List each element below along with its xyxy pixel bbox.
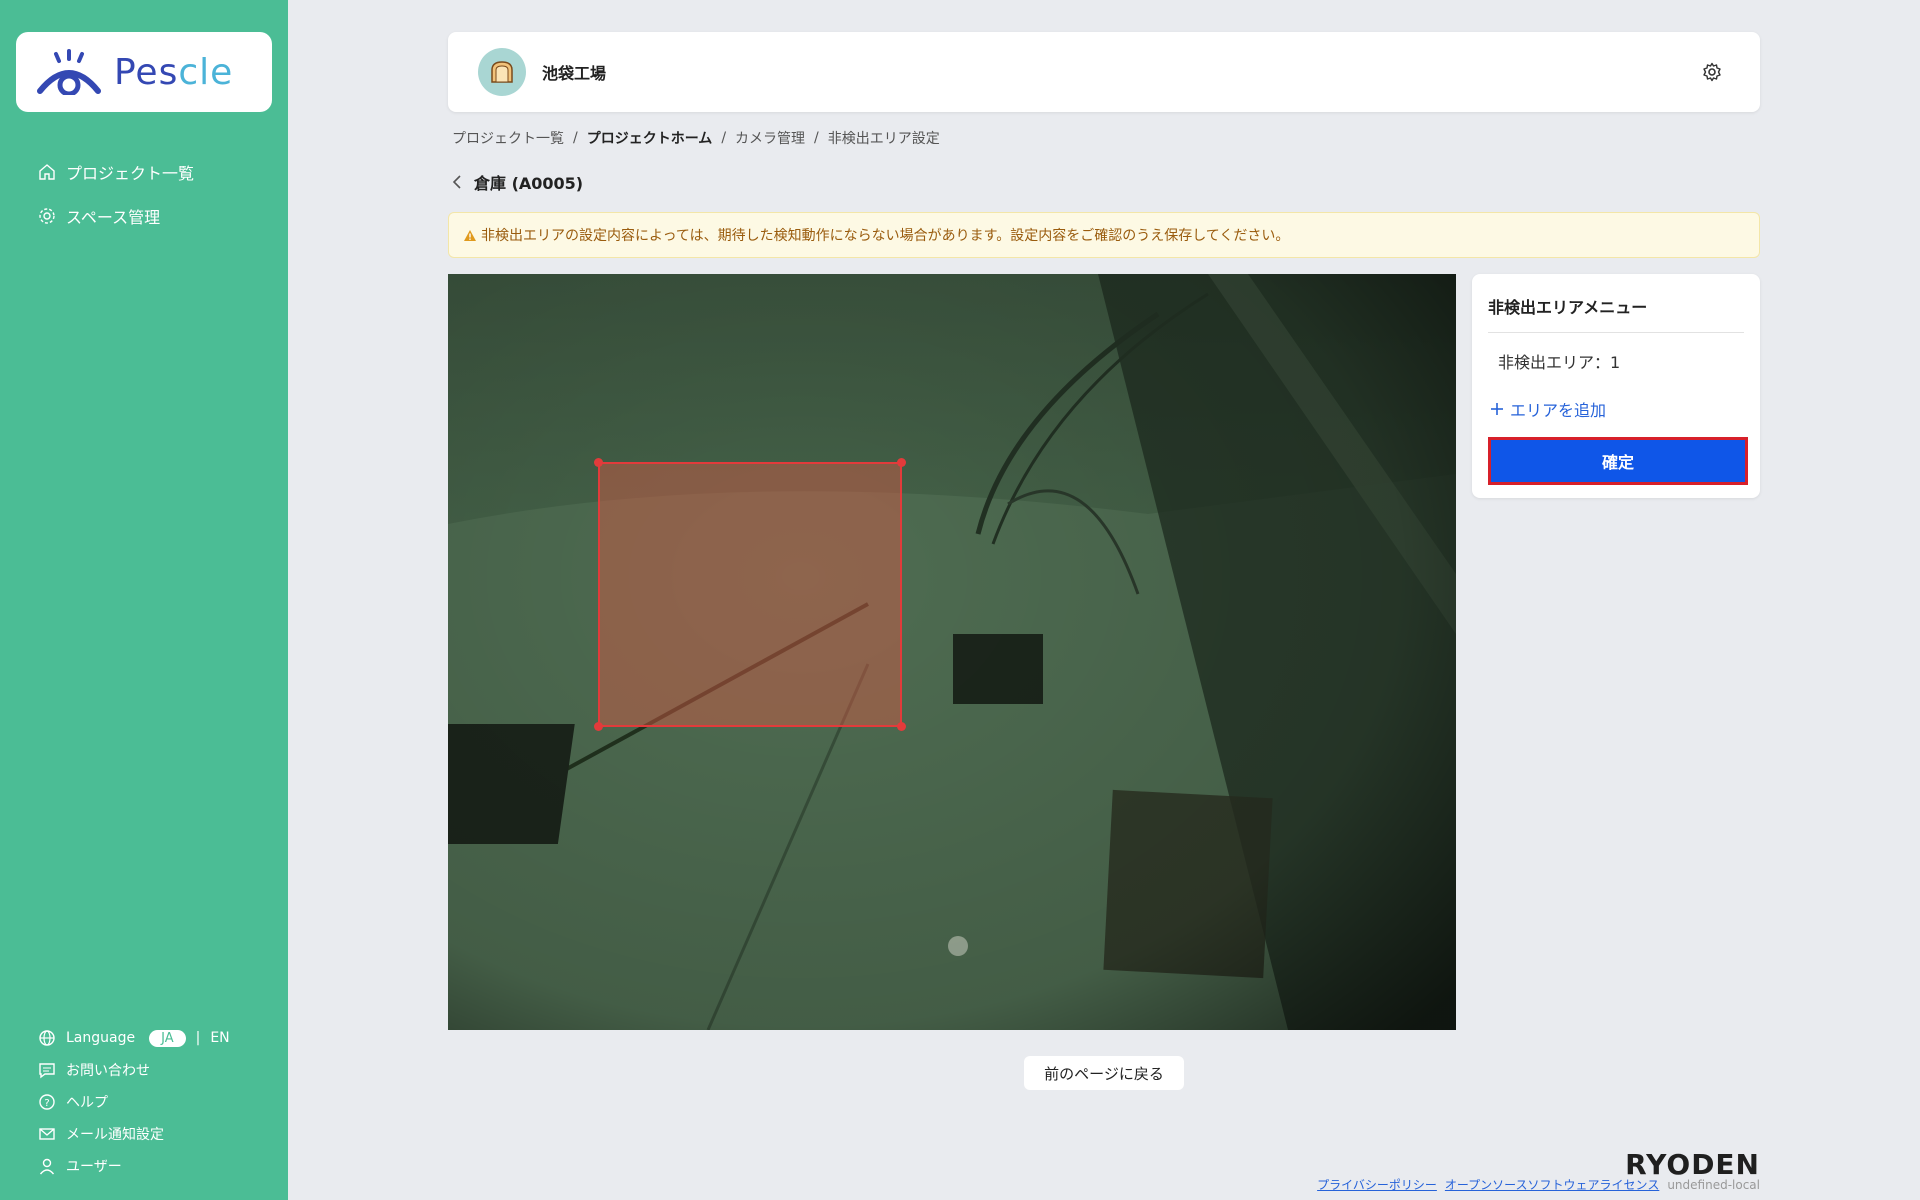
mail-icon <box>39 1128 55 1140</box>
sidebar-item-help[interactable]: ? ヘルプ <box>0 1086 288 1118</box>
project-name: 池袋工場 <box>542 64 607 83</box>
pescle-logo[interactable]: Pescle <box>16 32 272 112</box>
breadcrumb-projects[interactable]: プロジェクト一覧 <box>452 128 564 148</box>
sidebar-item-mail-settings[interactable]: メール通知設定 <box>0 1118 288 1150</box>
language-separator: | <box>195 1030 201 1046</box>
sidebar-item-label: お問い合わせ <box>66 1063 150 1079</box>
project-header: 池袋工場 <box>448 32 1760 112</box>
non-detection-area[interactable] <box>594 458 906 731</box>
language-option-en[interactable]: EN <box>210 1030 229 1046</box>
user-icon <box>39 1158 55 1175</box>
add-area-button[interactable]: エリアを追加 <box>1488 397 1744 421</box>
environment-label: undefined-local <box>1667 1177 1760 1192</box>
resize-handle-bottom-right[interactable] <box>897 722 906 731</box>
add-area-label: エリアを追加 <box>1510 401 1607 420</box>
sidebar-item-label: プロジェクト一覧 <box>66 164 195 183</box>
camera-view[interactable] <box>448 274 1456 1030</box>
sidebar-nav: プロジェクト一覧 スペース管理 <box>0 150 288 238</box>
resize-handle-top-right[interactable] <box>897 458 906 467</box>
camera-title-row: 倉庫 (A0005) <box>452 170 583 194</box>
language-switcher: Language JA | EN <box>0 1022 288 1054</box>
sidebar-item-user[interactable]: ユーザー <box>0 1150 288 1182</box>
oss-license-link[interactable]: オープンソースソフトウェアライセンス <box>1445 1176 1659 1193</box>
sidebar-item-label: ユーザー <box>66 1159 122 1175</box>
sidebar-item-label: スペース管理 <box>66 208 161 227</box>
logo-text: Pescle <box>114 51 234 93</box>
gear-icon <box>1703 62 1721 82</box>
language-label: Language <box>66 1030 136 1046</box>
area-list-item[interactable]: 非検出エリア：1 <box>1488 349 1744 373</box>
help-icon: ? <box>39 1094 55 1110</box>
sidebar-item-label: ヘルプ <box>66 1095 108 1111</box>
menu-title: 非検出エリアメニュー <box>1488 294 1744 333</box>
gear-icon <box>39 208 55 224</box>
warning-icon <box>464 229 476 241</box>
chevron-left-icon[interactable] <box>452 174 462 190</box>
sidebar-item-space[interactable]: スペース管理 <box>0 194 288 238</box>
breadcrumb-current: 非検出エリア設定 <box>827 131 940 147</box>
eye-logo-icon <box>37 49 101 95</box>
warning-text: 非検出エリアの設定内容によっては、期待した検知動作にならない場合があります。設定… <box>481 228 1290 244</box>
breadcrumb-separator: / <box>573 130 578 146</box>
chat-icon <box>39 1063 55 1079</box>
breadcrumb-separator: / <box>814 130 819 146</box>
resize-handle-bottom-left[interactable] <box>594 722 603 731</box>
project-avatar <box>478 48 526 96</box>
sidebar-item-projects[interactable]: プロジェクト一覧 <box>0 150 288 194</box>
resize-handle-top-left[interactable] <box>594 458 603 467</box>
breadcrumb: プロジェクト一覧 / プロジェクトホーム / カメラ管理 / 非検出エリア設定 <box>452 128 940 148</box>
footer-links: プライバシーポリシー オープンソースソフトウェアライセンス undefined-… <box>1309 1176 1760 1193</box>
warning-banner: 非検出エリアの設定内容によっては、期待した検知動作にならない場合があります。設定… <box>448 212 1760 258</box>
breadcrumb-separator: / <box>721 130 727 146</box>
breadcrumb-camera-management[interactable]: カメラ管理 <box>735 128 805 148</box>
svg-text:?: ? <box>44 1098 49 1109</box>
home-icon <box>39 164 55 180</box>
breadcrumb-project-home[interactable]: プロジェクトホーム <box>587 128 713 148</box>
privacy-policy-link[interactable]: プライバシーポリシー <box>1317 1176 1437 1193</box>
sidebar-item-contact[interactable]: お問い合わせ <box>0 1054 288 1086</box>
non-detection-menu: 非検出エリアメニュー 非検出エリア：1 エリアを追加 確定 <box>1472 274 1760 498</box>
plus-icon <box>1491 403 1503 415</box>
sidebar-bottom-nav: Language JA | EN お問い合わせ ? ヘルプ メール通知設定 ユー… <box>0 1022 288 1182</box>
camera-title: 倉庫 (A0005) <box>474 174 584 193</box>
sidebar-item-label: メール通知設定 <box>66 1127 164 1143</box>
confirm-button[interactable]: 確定 <box>1488 437 1748 485</box>
project-settings-button[interactable] <box>1702 62 1722 82</box>
bread-icon <box>491 61 513 83</box>
language-option-ja[interactable]: JA <box>149 1029 186 1047</box>
back-to-previous-button[interactable]: 前のページに戻る <box>1024 1056 1184 1090</box>
sidebar: Pescle プロジェクト一覧 スペース管理 Language JA | EN … <box>0 0 288 1200</box>
globe-icon <box>39 1030 55 1046</box>
